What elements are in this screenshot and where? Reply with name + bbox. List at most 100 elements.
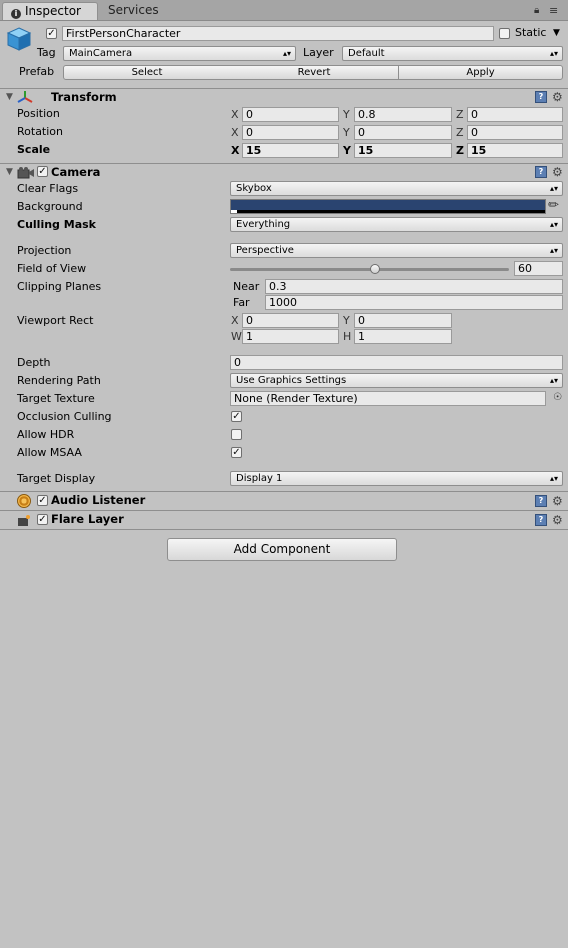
lock-icon[interactable]: 🔒︎ [534,5,539,16]
flare-layer-title: Flare Layer [51,512,124,526]
far-field[interactable]: 1000 [265,295,563,310]
position-x-field[interactable]: 0 [242,107,339,122]
axis-y-label[interactable]: Y [343,125,350,140]
axis-x-label[interactable]: X [231,313,239,328]
scale-x-field[interactable]: 15 [242,143,339,158]
position-y-field[interactable]: 0.8 [354,107,452,122]
axis-x-label[interactable]: X [231,125,239,140]
projection-value: Perspective [236,245,294,256]
depth-label: Depth [17,356,51,369]
allow-msaa-checkbox[interactable]: ✓ [231,447,242,458]
dropdown-arrow-icon: ▴▾ [549,474,558,483]
target-texture-field[interactable]: None (Render Texture) [230,391,546,406]
axis-y-label[interactable]: Y [343,143,351,158]
dropdown-arrow-icon: ▴▾ [549,49,558,58]
axis-x-label[interactable]: X [231,143,239,158]
object-picker-icon[interactable]: ☉ [553,392,562,403]
help-book-icon[interactable]: ? [535,495,547,507]
dropdown-arrow-icon: ▴▾ [549,246,558,255]
prefab-apply-button[interactable]: Apply [398,65,563,80]
tag-label: Tag [37,46,56,59]
audio-listener-enabled-checkbox[interactable]: ✓ [37,495,48,506]
add-component-button[interactable]: Add Component [167,538,397,561]
help-book-icon[interactable]: ? [535,514,547,526]
tab-inspector-label: Inspector [25,4,81,18]
audio-listener-title: Audio Listener [51,493,146,507]
axis-z-label[interactable]: Z [456,107,464,122]
rendering-path-label: Rendering Path [17,374,101,387]
gear-icon[interactable]: ⚙ [552,514,563,526]
background-color-swatch[interactable] [230,199,546,214]
axis-w-label[interactable]: W [231,329,242,344]
target-display-dropdown[interactable]: Display 1 ▴▾ [230,471,563,486]
position-label: Position [17,107,60,120]
info-icon: i [11,9,21,19]
transform-title: Transform [51,90,117,104]
culling-mask-dropdown[interactable]: Everything ▴▾ [230,217,563,232]
far-label: Far [233,296,250,309]
viewport-w-field[interactable]: 1 [242,329,339,344]
axis-z-label[interactable]: Z [456,125,464,140]
viewport-x-field[interactable]: 0 [242,313,339,328]
axis-y-label[interactable]: Y [343,107,350,122]
viewport-h-field[interactable]: 1 [354,329,452,344]
static-checkbox[interactable] [499,28,510,39]
viewport-rect-label: Viewport Rect [17,314,94,327]
fov-field[interactable]: 60 [514,261,563,276]
fov-slider-thumb[interactable] [370,264,381,274]
rotation-x-field[interactable]: 0 [242,125,339,140]
menu-icon[interactable]: ≡ [549,4,558,17]
eyedropper-icon[interactable]: ✏︎ [548,198,559,213]
object-name-field[interactable]: FirstPersonCharacter [62,26,494,41]
gear-icon[interactable]: ⚙ [552,495,563,507]
active-checkbox[interactable]: ✓ [46,28,57,39]
axis-h-label[interactable]: H [343,329,351,344]
axis-y-label[interactable]: Y [343,313,350,328]
near-label: Near [233,280,260,293]
camera-title: Camera [51,165,101,179]
prefab-label: Prefab [19,65,55,78]
axis-x-label[interactable]: X [231,107,239,122]
gameobject-cube-icon [6,26,32,52]
dropdown-arrow-icon: ▴▾ [282,49,291,58]
rendering-path-dropdown[interactable]: Use Graphics Settings ▴▾ [230,373,563,388]
target-display-value: Display 1 [236,473,283,484]
static-dropdown-icon[interactable]: ▼ [553,26,560,40]
gear-icon[interactable]: ⚙ [552,91,563,103]
tab-inspector[interactable]: i Inspector [2,2,98,20]
allow-hdr-label: Allow HDR [17,428,75,441]
allow-hdr-checkbox[interactable] [231,429,242,440]
dropdown-arrow-icon: ▴▾ [549,184,558,193]
scale-z-field[interactable]: 15 [467,143,563,158]
tab-services[interactable]: Services [100,2,170,20]
projection-dropdown[interactable]: Perspective ▴▾ [230,243,563,258]
axis-z-label[interactable]: Z [456,143,464,158]
projection-label: Projection [17,244,72,257]
layer-dropdown[interactable]: Default ▴▾ [342,46,563,61]
gear-icon[interactable]: ⚙ [552,166,563,178]
occlusion-culling-checkbox[interactable]: ✓ [231,411,242,422]
rotation-z-field[interactable]: 0 [467,125,563,140]
clear-flags-dropdown[interactable]: Skybox ▴▾ [230,181,563,196]
near-field[interactable]: 0.3 [265,279,563,294]
transform-icon [17,90,33,104]
tag-value: MainCamera [69,48,133,59]
tab-services-label: Services [108,3,159,17]
viewport-y-field[interactable]: 0 [354,313,452,328]
scale-y-field[interactable]: 15 [354,143,452,158]
help-book-icon[interactable]: ? [535,91,547,103]
tag-dropdown[interactable]: MainCamera ▴▾ [63,46,296,61]
position-z-field[interactable]: 0 [467,107,563,122]
flare-layer-enabled-checkbox[interactable]: ✓ [37,514,48,525]
dropdown-arrow-icon: ▴▾ [549,220,558,229]
rotation-y-field[interactable]: 0 [354,125,452,140]
prefab-select-button[interactable]: Select [63,65,231,80]
dropdown-arrow-icon: ▴▾ [549,376,558,385]
camera-enabled-checkbox[interactable]: ✓ [37,166,48,177]
depth-field[interactable]: 0 [230,355,563,370]
section-divider [0,529,568,530]
prefab-revert-button[interactable]: Revert [230,65,399,80]
foldout-arrow-icon[interactable]: ▼ [6,89,13,106]
foldout-arrow-icon[interactable]: ▼ [6,164,13,181]
help-book-icon[interactable]: ? [535,166,547,178]
